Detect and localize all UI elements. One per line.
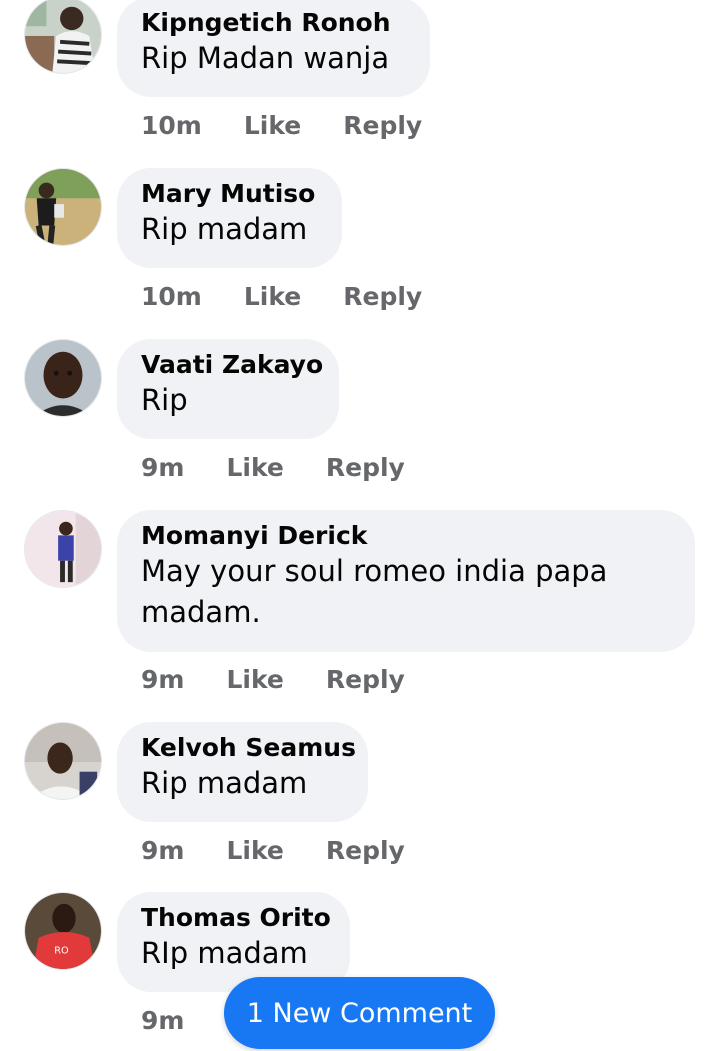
comment-timestamp[interactable]: 9m <box>141 453 184 482</box>
avatar[interactable] <box>24 722 102 800</box>
comment-author[interactable]: Vaati Zakayo <box>141 350 323 380</box>
reply-button[interactable]: Reply <box>326 665 405 694</box>
avatar-photo-icon <box>25 0 101 73</box>
avatar[interactable] <box>24 510 102 588</box>
comment-text: Rip madam <box>141 212 308 246</box>
avatar-photo-icon: RO <box>25 893 101 969</box>
comment-author[interactable]: Kelvoh Seamus <box>141 733 356 763</box>
avatar-photo-icon <box>25 723 101 799</box>
svg-text:RO: RO <box>54 945 69 956</box>
avatar[interactable] <box>24 168 102 246</box>
avatar[interactable]: RO <box>24 892 102 970</box>
avatar[interactable] <box>24 0 102 74</box>
comment-timestamp[interactable]: 10m <box>141 111 202 140</box>
comment-text: RIp madam <box>141 936 308 970</box>
new-comment-label: 1 New Comment <box>246 997 473 1029</box>
comment-timestamp[interactable]: 9m <box>141 665 184 694</box>
comment-author[interactable]: Momanyi Derick <box>141 521 671 551</box>
comment-text: Rip Madan wanja <box>141 41 390 75</box>
reply-button[interactable]: Reply <box>343 111 422 140</box>
comment-actions: 9m Like Reply <box>141 450 405 484</box>
reply-button[interactable]: Reply <box>343 282 422 311</box>
like-button[interactable]: Like <box>226 836 283 865</box>
comment-bubble: Momanyi Derick May your soul romeo india… <box>117 510 695 652</box>
comment-author[interactable]: Kipngetich Ronoh <box>141 8 406 38</box>
comment-timestamp[interactable]: 10m <box>141 282 202 311</box>
new-comment-button[interactable]: 1 New Comment <box>224 977 495 1049</box>
avatar[interactable] <box>24 339 102 417</box>
comment-timestamp[interactable]: 9m <box>141 1006 184 1035</box>
avatar-photo-icon <box>25 511 101 587</box>
comment-actions: 9m Like Reply <box>141 833 405 867</box>
avatar-photo-icon <box>25 169 101 245</box>
like-button[interactable]: Like <box>226 665 283 694</box>
comment-actions: 9m Like Reply <box>141 662 405 696</box>
avatar-photo-icon <box>25 340 101 416</box>
comment-timestamp[interactable]: 9m <box>141 836 184 865</box>
comment-text: Rip madam <box>141 766 308 800</box>
like-button[interactable]: Like <box>244 282 301 311</box>
comment-text: May your soul romeo india papa madam. <box>141 554 608 629</box>
comment-author[interactable]: Thomas Orito <box>141 903 331 933</box>
comment-bubble: Vaati Zakayo Rip <box>117 339 339 439</box>
reply-button[interactable]: Reply <box>326 453 405 482</box>
like-button[interactable]: Like <box>226 453 283 482</box>
comment-author[interactable]: Mary Mutiso <box>141 179 318 209</box>
comment-bubble: Kipngetich Ronoh Rip Madan wanja <box>117 0 430 97</box>
comment-bubble: Mary Mutiso Rip madam <box>117 168 342 268</box>
comment-bubble: Kelvoh Seamus Rip madam <box>117 722 368 822</box>
like-button[interactable]: Like <box>244 111 301 140</box>
comment-text: Rip <box>141 383 188 417</box>
comment-actions: 10m Like Reply <box>141 279 422 313</box>
reply-button[interactable]: Reply <box>326 836 405 865</box>
comment-actions: 10m Like Reply <box>141 108 422 142</box>
